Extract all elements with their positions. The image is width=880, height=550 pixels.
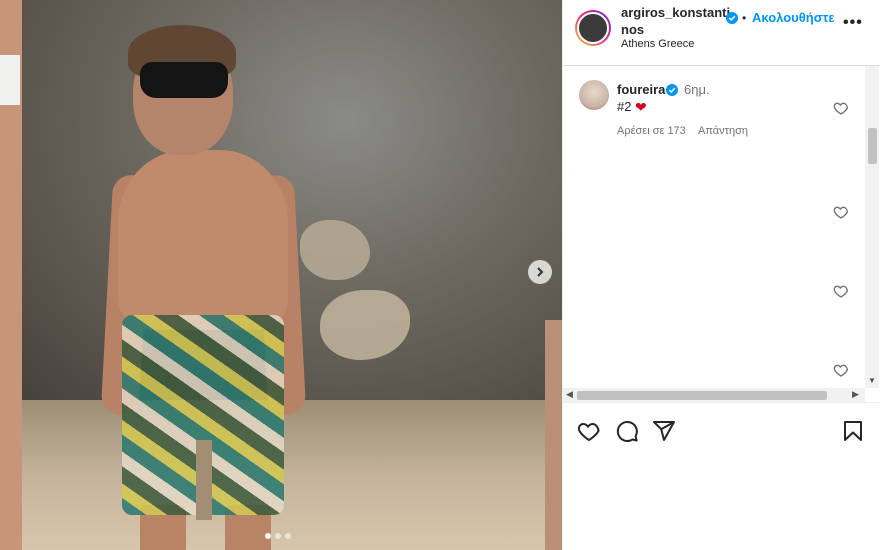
comment-icon <box>616 420 638 442</box>
author-username[interactable]: argiros_konstantinos <box>621 4 731 38</box>
horizontal-scrollbar-thumb[interactable] <box>577 391 827 400</box>
comment-like-heart-icon[interactable] <box>833 362 849 378</box>
comment-like-count[interactable]: Αρέσει σε 173 <box>617 125 686 137</box>
scroll-right-arrow-icon[interactable]: ▶ <box>852 389 859 400</box>
commenter-username[interactable]: foureira <box>617 82 665 97</box>
instagram-post: argiros_konstantinos • Ακολουθήστε Athen… <box>0 0 880 550</box>
post-side-panel: argiros_konstantinos • Ακολουθήστε Athen… <box>562 0 880 550</box>
post-header: argiros_konstantinos • Ακολουθήστε Athen… <box>563 0 880 66</box>
comment-button[interactable] <box>615 419 639 443</box>
follow-button[interactable]: Ακολουθήστε <box>752 10 835 25</box>
comment-text: #2 <box>617 99 632 114</box>
vertical-scrollbar-thumb[interactable] <box>868 128 877 164</box>
share-button[interactable] <box>652 419 676 443</box>
verified-badge-icon <box>666 84 678 96</box>
header-separator: • <box>742 11 747 25</box>
scroll-down-arrow-icon[interactable]: ▼ <box>868 376 876 385</box>
shorts-gap <box>196 440 212 520</box>
next-slide-button[interactable] <box>528 260 552 284</box>
reply-button[interactable]: Απάντηση <box>698 125 748 137</box>
comments-section: foureira 6ημ. #2 ❤ Αρέσει σε 173 Απάντησ… <box>563 66 880 388</box>
scroll-left-arrow-icon[interactable]: ◀ <box>566 389 573 400</box>
carousel-indicator <box>265 533 291 539</box>
sunglasses <box>140 62 228 98</box>
save-button[interactable] <box>841 419 865 443</box>
verified-badge-icon <box>726 12 738 24</box>
comment-like-heart-icon[interactable] <box>833 100 849 116</box>
post-location[interactable]: Athens Greece <box>621 38 694 50</box>
carousel-dot-active <box>265 533 271 539</box>
like-button[interactable] <box>577 419 601 443</box>
photo-edge-figure <box>545 320 562 550</box>
vertical-scrollbar[interactable]: ▼ <box>865 66 879 388</box>
carousel-dot <box>275 533 281 539</box>
carousel-dot <box>285 533 291 539</box>
post-actions-bar <box>563 402 880 456</box>
chevron-right-icon <box>537 267 544 277</box>
avatar-image <box>577 12 609 44</box>
commenter-avatar[interactable] <box>579 80 609 110</box>
child-torso <box>118 150 288 330</box>
more-options-icon[interactable]: ••• <box>843 14 863 32</box>
author-avatar[interactable] <box>575 10 611 46</box>
photo-edge-shirt <box>0 55 20 105</box>
red-heart-emoji: ❤ <box>635 99 647 115</box>
heart-icon <box>577 422 600 442</box>
comment-like-heart-icon[interactable] <box>833 204 849 220</box>
horizontal-scrollbar[interactable]: ◀ ▶ <box>563 388 865 402</box>
post-photo[interactable] <box>0 0 562 550</box>
comment-like-heart-icon[interactable] <box>833 283 849 299</box>
bookmark-icon <box>844 421 862 441</box>
comment-timestamp[interactable]: 6ημ. <box>684 82 710 97</box>
share-icon <box>653 421 675 441</box>
